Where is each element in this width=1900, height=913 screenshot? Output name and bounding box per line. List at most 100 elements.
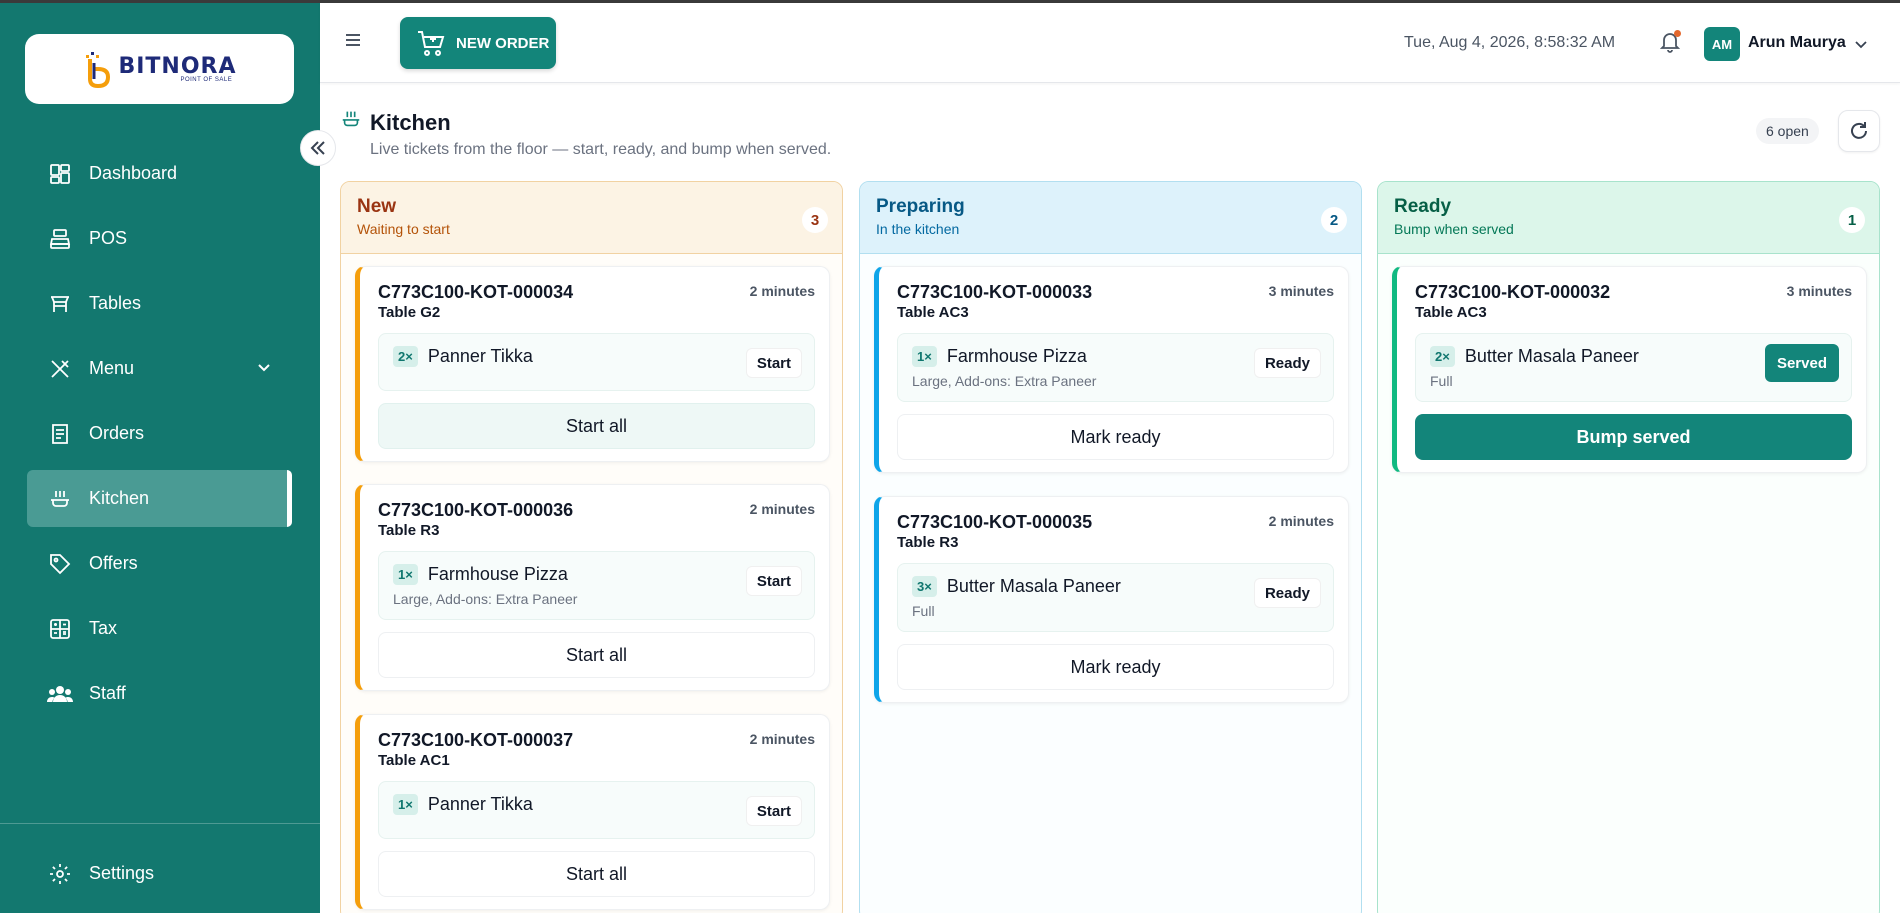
ticket-elapsed-time: 2 minutes	[749, 283, 815, 299]
ticket-card: C773C100-KOT-000037 Table AC1 2 minutes …	[355, 714, 830, 910]
utensils-icon	[47, 356, 73, 382]
item-name: Butter Masala Paneer	[1464, 346, 1639, 366]
ticket-table: Table R3	[897, 534, 959, 551]
column-count-badge: 3	[802, 207, 828, 233]
brand-tagline: POINT OF SALE	[180, 77, 233, 83]
sidebar-nav: Dashboard POS Tables Menu Orders Kitchen…	[27, 145, 292, 730]
ticket-elapsed-time: 2 minutes	[749, 731, 815, 747]
dashboard-icon	[47, 161, 73, 187]
ticket-elapsed-time: 3 minutes	[1786, 283, 1852, 299]
item-modifiers: Large, Add-ons: Extra Paneer	[393, 591, 578, 607]
ticket-table: Table AC3	[1415, 304, 1487, 321]
ticket-item: 3× Butter Masala Paneer Full Ready	[897, 563, 1334, 632]
ticket-item: 1× Farmhouse Pizza Large, Add-ons: Extra…	[378, 551, 815, 620]
column-new: New Waiting to start 3 C773C100-KOT-0000…	[340, 181, 843, 913]
ready-item-button[interactable]: Ready	[1253, 578, 1321, 608]
ticket-elapsed-time: 3 minutes	[1268, 283, 1334, 299]
start-item-button[interactable]: Start	[745, 566, 802, 596]
sidebar-item-dashboard[interactable]: Dashboard	[27, 145, 292, 202]
new-order-button[interactable]: NEW ORDER	[400, 17, 556, 69]
start-all-button[interactable]: Start all	[378, 403, 815, 449]
collapse-sidebar-button[interactable]	[300, 130, 336, 166]
page-subtitle: Live tickets from the floor — start, rea…	[370, 141, 832, 158]
current-datetime: Tue, Aug 4, 2026, 8:58:32 AM	[1404, 34, 1616, 51]
avatar[interactable]: AM	[1704, 27, 1740, 61]
sidebar-item-kitchen[interactable]: Kitchen	[27, 470, 292, 527]
sidebar-item-tax[interactable]: Tax	[27, 600, 292, 657]
ticket-card: C773C100-KOT-000032 Table AC3 3 minutes …	[1392, 266, 1867, 473]
item-quantity: 2×	[393, 346, 418, 367]
column-count-badge: 1	[1839, 207, 1865, 233]
table-icon	[47, 291, 73, 317]
sidebar-item-staff[interactable]: Staff	[27, 665, 292, 722]
gear-icon	[47, 861, 73, 887]
sidebar-item-label: Tax	[89, 618, 118, 638]
served-item-button[interactable]: Served	[1764, 344, 1839, 382]
page-title: Kitchen	[370, 110, 451, 135]
sidebar-item-settings[interactable]: Settings	[27, 845, 292, 902]
users-icon	[47, 681, 73, 707]
column-ready: Ready Bump when served 1 C773C100-KOT-00…	[1377, 181, 1880, 913]
brand-logo-mark-icon	[86, 52, 111, 89]
sidebar-item-offers[interactable]: Offers	[27, 535, 292, 592]
sidebar-item-pos[interactable]: POS	[27, 210, 292, 267]
sidebar-item-label: Orders	[89, 423, 145, 443]
ticket-item: 2× Butter Masala Paneer Full Served	[1415, 333, 1852, 402]
sidebar-item-orders[interactable]: Orders	[27, 405, 292, 462]
column-header: New Waiting to start 3	[341, 182, 842, 254]
ticket-table: Table AC3	[897, 304, 969, 321]
tag-icon	[47, 551, 73, 577]
ticket-table: Table AC1	[378, 752, 450, 769]
column-subtitle: Bump when served	[1394, 221, 1514, 237]
item-name: Panner Tikka	[427, 346, 533, 366]
column-title: Preparing	[876, 196, 965, 217]
ticket-card: C773C100-KOT-000034 Table G2 2 minutes 2…	[355, 266, 830, 462]
calculator-icon	[47, 616, 73, 642]
mark-ready-button[interactable]: Mark ready	[897, 414, 1334, 460]
brand-logo[interactable]: BITNORA POINT OF SALE	[25, 34, 294, 104]
ticket-elapsed-time: 2 minutes	[749, 501, 815, 517]
new-order-label: NEW ORDER	[456, 34, 550, 52]
item-quantity: 1×	[912, 346, 937, 367]
refresh-icon	[1851, 122, 1867, 139]
ticket-item: 1× Panner Tikka Start	[378, 781, 815, 839]
item-name: Farmhouse Pizza	[427, 564, 568, 584]
bump-served-button[interactable]: Bump served	[1415, 414, 1852, 460]
start-item-button[interactable]: Start	[745, 796, 802, 826]
ready-item-button[interactable]: Ready	[1253, 348, 1321, 378]
sidebar-item-label: Staff	[89, 683, 126, 703]
sidebar: BITNORA POINT OF SALE Dashboard POS Tabl…	[0, 3, 320, 913]
refresh-button[interactable]	[1838, 110, 1880, 152]
user-name[interactable]: Arun Maurya	[1748, 34, 1846, 52]
item-quantity: 1×	[393, 794, 418, 815]
kitchen-icon	[340, 108, 362, 130]
chevron-down-icon[interactable]	[256, 359, 272, 380]
open-tickets-badge: 6 open	[1756, 118, 1819, 144]
chevron-down-icon[interactable]	[1854, 37, 1868, 56]
mark-ready-button[interactable]: Mark ready	[897, 644, 1334, 690]
notification-dot	[1674, 30, 1681, 37]
sidebar-item-menu[interactable]: Menu	[27, 340, 292, 397]
ticket-item: 1× Farmhouse Pizza Large, Add-ons: Extra…	[897, 333, 1334, 402]
item-name: Farmhouse Pizza	[946, 346, 1087, 366]
sidebar-item-label: Kitchen	[89, 488, 150, 508]
start-all-button[interactable]: Start all	[378, 851, 815, 897]
sidebar-item-tables[interactable]: Tables	[27, 275, 292, 332]
start-all-button[interactable]: Start all	[378, 632, 815, 678]
item-quantity: 3×	[912, 576, 937, 597]
column-subtitle: In the kitchen	[876, 221, 960, 237]
ticket-card: C773C100-KOT-000036 Table R3 2 minutes 1…	[355, 484, 830, 691]
item-name: Panner Tikka	[427, 794, 533, 814]
double-chevron-left-icon	[310, 141, 325, 155]
sidebar-item-label: Menu	[89, 358, 135, 378]
start-item-button[interactable]: Start	[745, 348, 802, 378]
column-preparing: Preparing In the kitchen 2 C773C100-KOT-…	[859, 181, 1362, 913]
sidebar-divider	[0, 823, 320, 824]
column-header: Preparing In the kitchen 2	[860, 182, 1361, 254]
hamburger-menu-icon[interactable]	[344, 31, 364, 51]
ticket-elapsed-time: 2 minutes	[1268, 513, 1334, 529]
cash-register-icon	[47, 226, 73, 252]
ticket-card: C773C100-KOT-000033 Table AC3 3 minutes …	[874, 266, 1349, 473]
sidebar-settings: Settings	[27, 845, 292, 910]
ticket-item: 2× Panner Tikka Start	[378, 333, 815, 391]
